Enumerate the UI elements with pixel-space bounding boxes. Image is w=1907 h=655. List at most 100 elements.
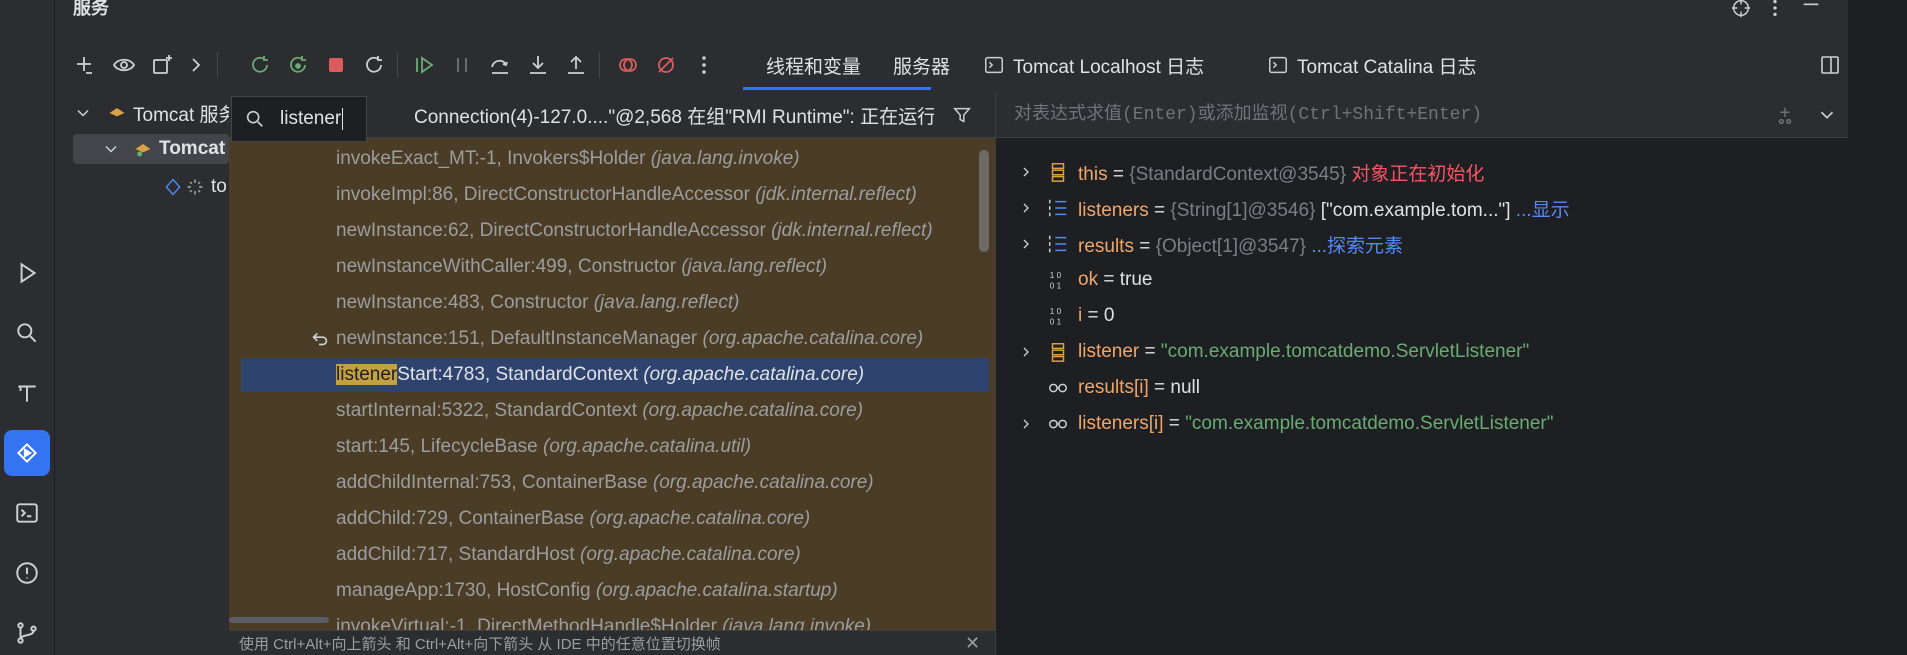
- stack-frame[interactable]: manageApp:1730, HostConfig (org.apache.c…: [229, 574, 995, 608]
- stack-frame[interactable]: newInstance:151, DefaultInstanceManager …: [229, 322, 995, 356]
- chevron-down-icon[interactable]: [1814, 102, 1840, 128]
- active-tab-indicator: [743, 87, 931, 90]
- stop-icon[interactable]: [319, 48, 353, 82]
- drop-frame-icon[interactable]: [309, 327, 333, 351]
- array-icon: [1046, 232, 1070, 256]
- build-hammer-icon[interactable]: [4, 370, 50, 416]
- run-icon[interactable]: [4, 250, 50, 296]
- tab-server[interactable]: 服务器: [893, 50, 950, 80]
- variable-name: listeners: [1078, 199, 1149, 221]
- frame-package: (org.apache.catalina.core): [702, 328, 924, 349]
- tab-threads-variables[interactable]: 线程和变量: [766, 50, 861, 80]
- mute-breakpoints-icon[interactable]: [649, 48, 683, 82]
- rerun-icon[interactable]: [243, 48, 277, 82]
- chevron-right-icon[interactable]: [1018, 343, 1036, 361]
- rerun-debug-icon[interactable]: [281, 48, 315, 82]
- editor-gutter: [1848, 0, 1907, 655]
- stack-frame[interactable]: start:145, LifecycleBase (org.apache.cat…: [229, 430, 995, 464]
- variable-row[interactable]: listener = "com.example.tomcatdemo.Servl…: [996, 335, 1849, 369]
- stack-frame-text: addChildInternal:753, ContainerBase (org…: [336, 472, 874, 494]
- evaluate-expression-input[interactable]: [996, 92, 1756, 138]
- variable-extra: ["com.example.tom..."]: [1315, 199, 1511, 221]
- search-input[interactable]: listener: [280, 108, 341, 130]
- frame-search-popup[interactable]: listener: [231, 96, 367, 142]
- step-over-icon[interactable]: [483, 48, 517, 82]
- git-icon[interactable]: [4, 610, 50, 655]
- chevron-down-icon[interactable]: [73, 103, 93, 123]
- toolbar-divider: [217, 52, 218, 78]
- variable-row[interactable]: 1 00 1 i = 0: [996, 299, 1849, 333]
- horizontal-scrollbar[interactable]: [229, 617, 329, 623]
- variable-value: "com.example.tomcatdemo.ServletListener": [1160, 341, 1530, 362]
- variable-equals: =: [1133, 235, 1156, 257]
- problems-icon[interactable]: [4, 550, 50, 596]
- variable-row[interactable]: listeners[i] = "com.example.tomcatdemo.S…: [996, 407, 1849, 441]
- services-icon[interactable]: [4, 430, 50, 476]
- frame-method: startInternal:5322, StandardContext: [336, 400, 638, 421]
- services-panel: 服务 线程和变量 服务器 Tomcat Localhost 日志 Tomcat …: [55, 0, 1849, 655]
- tab-tomcat-localhost-log[interactable]: Tomcat Localhost 日志: [983, 50, 1204, 80]
- view-eye-icon[interactable]: [107, 48, 141, 82]
- variable-value: true: [1119, 269, 1153, 290]
- pause-icon[interactable]: [445, 48, 479, 82]
- stack-frame[interactable]: newInstance:62, DirectConstructorHandleA…: [229, 214, 995, 248]
- tree-item-artifact[interactable]: to: [163, 172, 229, 202]
- frame-package: (jdk.internal.reflect): [771, 220, 933, 241]
- tab-tomcat-catalina-log[interactable]: Tomcat Catalina 日志: [1267, 50, 1477, 80]
- layout-icon[interactable]: [1813, 48, 1847, 82]
- vertical-scrollbar[interactable]: [979, 150, 989, 252]
- crosshair-icon[interactable]: [1727, 0, 1755, 20]
- stack-frame[interactable]: addChildInternal:753, ContainerBase (org…: [229, 466, 995, 500]
- frame-package: (org.apache.catalina.core): [580, 544, 801, 565]
- close-icon[interactable]: ✕: [965, 633, 985, 653]
- variable-value: {Object[1]@3547}: [1155, 235, 1306, 257]
- chevron-right-icon[interactable]: [1018, 199, 1036, 217]
- minimize-icon[interactable]: [1797, 0, 1825, 20]
- chevron-right-icon[interactable]: [1018, 163, 1036, 181]
- chevron-down-icon[interactable]: [101, 139, 121, 159]
- frame-package: (jdk.internal.reflect): [755, 184, 917, 205]
- stack-frame[interactable]: invokeVirtual:-1, DirectMethodHandle$Hol…: [229, 610, 995, 630]
- variable-row[interactable]: 1 00 1 ok = true: [996, 263, 1849, 297]
- stack-frame-text: newInstance:151, DefaultInstanceManager …: [336, 328, 923, 350]
- more-vertical-icon[interactable]: [687, 48, 721, 82]
- stack-frame[interactable]: invokeExact_MT:-1, Invokers$Holder (java…: [229, 142, 995, 176]
- variable-link[interactable]: ...显示: [1511, 200, 1570, 221]
- svg-text:1 0: 1 0: [1050, 307, 1062, 316]
- add-watch-icon[interactable]: [1772, 102, 1798, 128]
- variable-text: listeners[i] = "com.example.tomcatdemo.S…: [1078, 413, 1554, 435]
- tree-item-label: to: [211, 176, 227, 197]
- chevron-right-icon[interactable]: [1018, 415, 1036, 433]
- stack-frame[interactable]: addChild:717, StandardHost (org.apache.c…: [229, 538, 995, 572]
- field-icon: [1046, 340, 1070, 364]
- stack-frame[interactable]: addChild:729, ContainerBase (org.apache.…: [229, 502, 995, 536]
- stack-frame[interactable]: startInternal:5322, StandardContext (org…: [229, 394, 995, 428]
- stack-frame[interactable]: invokeImpl:86, DirectConstructorHandleAc…: [229, 178, 995, 212]
- variable-row[interactable]: this = {StandardContext@3545} 对象正在初始化: [996, 155, 1849, 189]
- chevron-right-icon[interactable]: [1018, 235, 1036, 253]
- variable-row[interactable]: results[i] = null: [996, 371, 1849, 405]
- variable-link[interactable]: ...探索元素: [1306, 236, 1403, 257]
- tree-item-tomcat-service[interactable]: Tomcat 服务: [73, 98, 243, 128]
- restart-icon[interactable]: [357, 48, 391, 82]
- tree-item-tomcat-server[interactable]: Tomcat: [73, 134, 229, 164]
- more-vertical-icon[interactable]: [1761, 0, 1789, 20]
- search-icon[interactable]: [4, 310, 50, 356]
- variable-row[interactable]: results = {Object[1]@3547} ...探索元素: [996, 227, 1849, 261]
- add-service-icon[interactable]: [67, 48, 101, 82]
- chevron-right-icon[interactable]: [179, 48, 213, 82]
- tree-item-label: Tomcat 服务: [133, 104, 238, 126]
- variable-row[interactable]: listeners = {String[1]@3546} ["com.examp…: [996, 191, 1849, 225]
- stack-frame[interactable]: newInstanceWithCaller:499, Constructor (…: [229, 250, 995, 284]
- terminal-icon[interactable]: [4, 490, 50, 536]
- filter-icon[interactable]: [949, 102, 975, 128]
- step-out-icon[interactable]: [559, 48, 593, 82]
- resume-icon[interactable]: [407, 48, 441, 82]
- variable-equals: =: [1098, 269, 1120, 290]
- stack-frame[interactable]: newInstance:483, Constructor (java.lang.…: [229, 286, 995, 320]
- view-breakpoints-icon[interactable]: [611, 48, 645, 82]
- step-into-icon[interactable]: [521, 48, 555, 82]
- text-caret: [342, 108, 344, 130]
- stack-frame[interactable]: listenerStart:4783, StandardContext (org…: [241, 358, 989, 392]
- new-tab-icon[interactable]: [145, 48, 179, 82]
